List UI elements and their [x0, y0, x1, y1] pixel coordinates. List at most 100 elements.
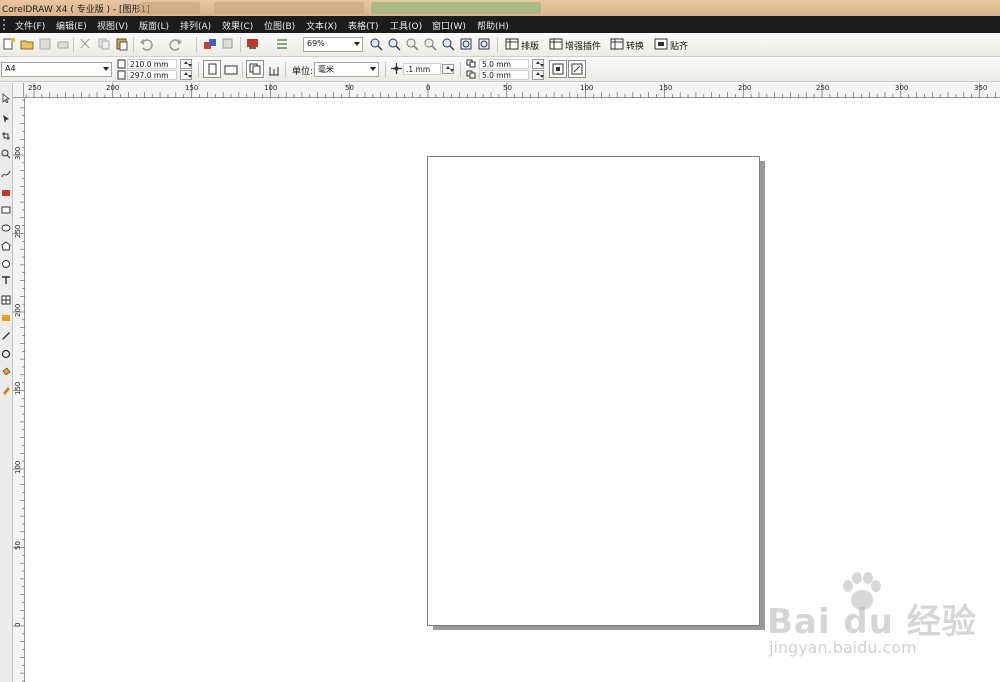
page-width-field[interactable]: 210.0 mm [127, 59, 177, 69]
table-tool-icon[interactable] [1, 295, 11, 305]
portrait-button[interactable] [203, 60, 221, 78]
crop-tool-icon[interactable] [1, 131, 11, 141]
zoom-tool-icon[interactable] [1, 149, 11, 159]
menu-window[interactable]: 窗口(W) [432, 19, 466, 32]
toolbar-separator [385, 62, 386, 77]
plugins-button-label[interactable]: 增强插件 [565, 39, 601, 52]
welcome-screen-icon[interactable] [275, 37, 289, 51]
menubar-grip[interactable] [3, 19, 5, 30]
all-pages-button[interactable] [246, 60, 264, 78]
text-tool-icon[interactable] [1, 275, 11, 285]
interactive-blend-tool-icon[interactable] [1, 313, 11, 323]
zoom-out-icon[interactable] [387, 37, 401, 51]
watermark-brand: Bai du 经验 [767, 602, 977, 642]
vertical-ruler[interactable]: 300 250 200 150 100 50 0 [13, 98, 25, 682]
page-height-spinner[interactable] [180, 70, 192, 80]
copy-icon[interactable] [97, 37, 111, 51]
menu-file[interactable]: 文件(F) [15, 19, 45, 32]
snap-icon[interactable] [654, 37, 668, 51]
ruler-tick-label: 0 [426, 84, 431, 92]
nudge-spinner[interactable] [442, 64, 454, 74]
menu-effects[interactable]: 效果(C) [222, 19, 253, 32]
menu-bitmaps[interactable]: 位图(B) [264, 19, 295, 32]
ellipse-tool-icon[interactable] [1, 223, 11, 233]
layout-icon[interactable] [505, 37, 519, 51]
zoom-value: 69% [307, 39, 325, 48]
application-launcher-icon[interactable] [246, 37, 260, 51]
menu-tools[interactable]: 工具(O) [390, 19, 422, 32]
zoom-in-icon[interactable] [369, 37, 383, 51]
plugin-icon[interactable] [549, 37, 563, 51]
fill-tool-icon[interactable] [1, 367, 11, 377]
zoom-width-icon[interactable] [459, 37, 473, 51]
menu-layout[interactable]: 版面(L) [139, 19, 169, 32]
horizontal-ruler[interactable]: 250 200 150 100 50 0 50 100 150 200 250 … [24, 83, 1000, 98]
menu-arrange[interactable]: 排列(A) [180, 19, 211, 32]
duplicate-y-field[interactable]: 5.0 mm [479, 70, 529, 80]
rectangle-tool-icon[interactable] [1, 205, 11, 215]
property-bar: A4 210.0 mm 297.0 mm 单位: 毫米 .1 mm 5.0 mm… [0, 57, 1000, 82]
landscape-icon[interactable] [224, 63, 238, 77]
baidu-watermark: Bai du 经验 jingyan.baidu.com [765, 572, 995, 662]
freehand-tool-icon[interactable] [1, 169, 11, 179]
duplicate-y-spinner[interactable] [532, 70, 544, 80]
export-icon[interactable] [221, 37, 235, 51]
nudge-field[interactable]: .1 mm [403, 63, 441, 75]
current-page-icon[interactable] [267, 63, 281, 77]
convert-icon[interactable] [610, 37, 624, 51]
zoom-page-icon[interactable] [441, 37, 455, 51]
ruler-corner[interactable] [13, 83, 24, 98]
redo-icon[interactable] [169, 37, 183, 51]
menu-view[interactable]: 视图(V) [97, 19, 128, 32]
cut-icon[interactable] [78, 37, 92, 51]
polygon-tool-icon[interactable] [1, 241, 11, 251]
zoom-selected-icon[interactable] [405, 37, 419, 51]
paste-icon[interactable] [115, 37, 129, 51]
document-page[interactable] [427, 156, 760, 626]
paper-size-combo[interactable]: A4 [1, 62, 112, 77]
menu-help[interactable]: 帮助(H) [477, 19, 509, 32]
all-pages-icon [249, 63, 261, 75]
duplicate-x-spinner[interactable] [532, 59, 544, 69]
toolbar-separator [460, 62, 461, 77]
treat-as-filled-button[interactable] [549, 60, 567, 78]
ruler-tick-label: 100 [580, 84, 594, 92]
new-document-icon[interactable] [2, 37, 16, 51]
convert-button-label[interactable]: 转换 [626, 39, 644, 52]
basic-shapes-tool-icon[interactable] [1, 259, 11, 269]
menu-edit[interactable]: 编辑(E) [56, 19, 87, 32]
snap-button-label[interactable]: 贴齐 [670, 39, 688, 52]
eyedropper-tool-icon[interactable] [1, 331, 11, 341]
window-title: CorelDRAW X4 ( 专业版 ) - [图形1] [2, 5, 150, 15]
duplicate-x-field[interactable]: 5.0 mm [479, 59, 529, 69]
page-width-icon [117, 59, 126, 69]
page-height-field[interactable]: 297.0 mm [127, 70, 177, 80]
standard-toolbar: 69% 排版 增强插件 转换 贴齐 [0, 33, 1000, 57]
ruler-tick-label: 150 [185, 84, 199, 92]
snap-objects-button[interactable] [568, 60, 586, 78]
smart-fill-tool-icon[interactable] [1, 187, 11, 197]
ruler-tick-label: 50 [503, 84, 512, 92]
ruler-tick-label: 0 [14, 622, 22, 627]
undo-icon[interactable] [139, 37, 153, 51]
ruler-tick-label: 300 [895, 84, 909, 92]
interactive-fill-tool-icon[interactable] [1, 385, 11, 395]
zoom-all-icon[interactable] [423, 37, 437, 51]
portrait-icon [208, 63, 217, 75]
pick-tool-icon[interactable] [1, 93, 11, 103]
zoom-height-icon[interactable] [477, 37, 491, 51]
ruler-tick-label: 200 [738, 84, 752, 92]
page-width-spinner[interactable] [180, 59, 192, 69]
save-icon[interactable] [38, 37, 52, 51]
print-icon[interactable] [56, 37, 70, 51]
open-icon[interactable] [20, 37, 34, 51]
menu-table[interactable]: 表格(T) [348, 19, 379, 32]
units-combo[interactable]: 毫米 [314, 62, 379, 77]
import-icon[interactable] [203, 37, 217, 51]
zoom-combo[interactable]: 69% [303, 37, 363, 52]
shape-tool-icon[interactable] [1, 113, 11, 123]
menu-text[interactable]: 文本(X) [306, 19, 337, 32]
ruler-tick-label: 50 [14, 541, 22, 550]
layout-button-label[interactable]: 排版 [521, 39, 539, 52]
outline-tool-icon[interactable] [1, 349, 11, 359]
